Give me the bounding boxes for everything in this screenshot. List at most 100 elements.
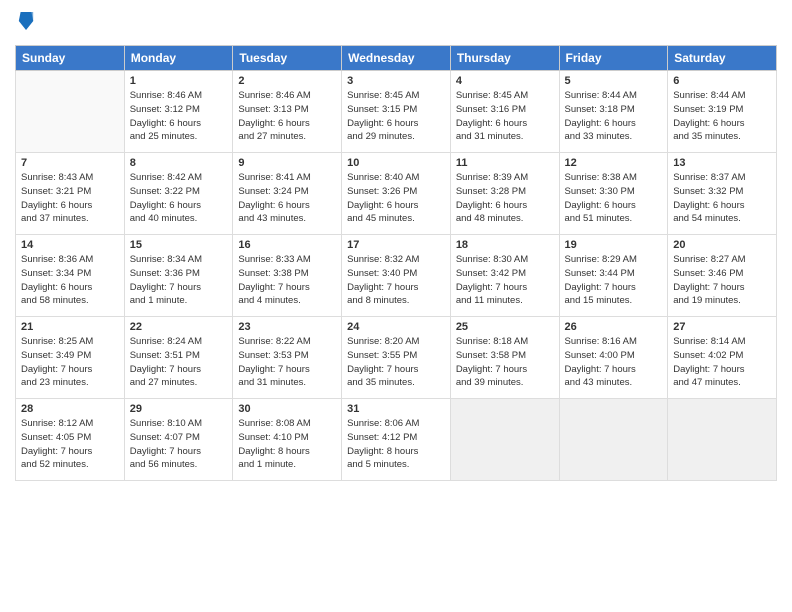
page: SundayMondayTuesdayWednesdayThursdayFrid…	[0, 0, 792, 612]
header	[15, 10, 777, 37]
calendar-cell: 18Sunrise: 8:30 AMSunset: 3:42 PMDayligh…	[450, 235, 559, 317]
day-number: 26	[565, 321, 663, 333]
calendar-cell: 9Sunrise: 8:41 AMSunset: 3:24 PMDaylight…	[233, 153, 342, 235]
day-info: Sunrise: 8:34 AMSunset: 3:36 PMDaylight:…	[130, 253, 228, 308]
day-info: Sunrise: 8:20 AMSunset: 3:55 PMDaylight:…	[347, 335, 445, 390]
day-info: Sunrise: 8:42 AMSunset: 3:22 PMDaylight:…	[130, 171, 228, 226]
calendar-cell: 8 Sunrise: 8:42 AMSunset: 3:22 PMDaylight…	[124, 153, 233, 235]
day-number: 27	[673, 321, 771, 333]
day-number: 20	[673, 239, 771, 251]
calendar-cell: 7Sunrise: 8:43 AMSunset: 3:21 PMDaylight…	[16, 153, 125, 235]
day-info: Sunrise: 8:18 AMSunset: 3:58 PMDaylight:…	[456, 335, 554, 390]
week-row-3: 21 Sunrise: 8:25 AMSunset: 3:49 PMDayligh…	[16, 317, 777, 399]
day-number: 17	[347, 239, 445, 251]
day-info: Sunrise: 8:32 AMSunset: 3:40 PMDaylight:…	[347, 253, 445, 308]
day-info: Sunrise: 8:44 AMSunset: 3:18 PMDaylight:…	[565, 89, 663, 144]
day-number: 3	[347, 75, 445, 87]
calendar-cell: 31 Sunrise: 8:06 AMSunset: 4:12 PMDayligh…	[342, 399, 451, 481]
day-info: Sunrise: 8:37 AMSunset: 3:32 PMDaylight:…	[673, 171, 771, 226]
day-info: Sunrise: 8:43 AMSunset: 3:21 PMDaylight:…	[21, 171, 119, 226]
calendar-cell: 14 Sunrise: 8:36 AMSunset: 3:34 PMDayligh…	[16, 235, 125, 317]
logo-icon	[17, 10, 35, 32]
calendar-cell: 21 Sunrise: 8:25 AMSunset: 3:49 PMDayligh…	[16, 317, 125, 399]
column-header-sunday: Sunday	[16, 46, 125, 71]
day-number: 9	[238, 157, 336, 169]
day-info: Sunrise: 8:45 AMSunset: 3:16 PMDaylight:…	[456, 89, 554, 144]
calendar-cell	[668, 399, 777, 481]
calendar-cell: 17 Sunrise: 8:32 AMSunset: 3:40 PMDayligh…	[342, 235, 451, 317]
day-number: 8	[130, 157, 228, 169]
day-info: Sunrise: 8:33 AMSunset: 3:38 PMDaylight:…	[238, 253, 336, 308]
calendar-cell: 26 Sunrise: 8:16 AMSunset: 4:00 PMDayligh…	[559, 317, 668, 399]
calendar-cell: 24 Sunrise: 8:20 AMSunset: 3:55 PMDayligh…	[342, 317, 451, 399]
day-info: Sunrise: 8:24 AMSunset: 3:51 PMDaylight:…	[130, 335, 228, 390]
day-number: 28	[21, 403, 119, 415]
week-row-0: 1 Sunrise: 8:46 AMSunset: 3:12 PMDaylight…	[16, 71, 777, 153]
day-number: 14	[21, 239, 119, 251]
day-info: Sunrise: 8:39 AMSunset: 3:28 PMDaylight:…	[456, 171, 554, 226]
column-header-thursday: Thursday	[450, 46, 559, 71]
calendar-cell: 6Sunrise: 8:44 AMSunset: 3:19 PMDaylight…	[668, 71, 777, 153]
column-header-monday: Monday	[124, 46, 233, 71]
calendar-cell: 5 Sunrise: 8:44 AMSunset: 3:18 PMDaylight…	[559, 71, 668, 153]
column-header-saturday: Saturday	[668, 46, 777, 71]
day-number: 23	[238, 321, 336, 333]
day-info: Sunrise: 8:27 AMSunset: 3:46 PMDaylight:…	[673, 253, 771, 308]
calendar-cell: 12 Sunrise: 8:38 AMSunset: 3:30 PMDayligh…	[559, 153, 668, 235]
calendar-cell: 20 Sunrise: 8:27 AMSunset: 3:46 PMDayligh…	[668, 235, 777, 317]
day-number: 25	[456, 321, 554, 333]
day-info: Sunrise: 8:40 AMSunset: 3:26 PMDaylight:…	[347, 171, 445, 226]
day-info: Sunrise: 8:46 AMSunset: 3:12 PMDaylight:…	[130, 89, 228, 144]
column-header-friday: Friday	[559, 46, 668, 71]
day-number: 10	[347, 157, 445, 169]
day-number: 30	[238, 403, 336, 415]
day-info: Sunrise: 8:12 AMSunset: 4:05 PMDaylight:…	[21, 417, 119, 472]
calendar-cell: 16Sunrise: 8:33 AMSunset: 3:38 PMDayligh…	[233, 235, 342, 317]
calendar-cell	[559, 399, 668, 481]
day-number: 15	[130, 239, 228, 251]
day-number: 4	[456, 75, 554, 87]
header-row: SundayMondayTuesdayWednesdayThursdayFrid…	[16, 46, 777, 71]
day-info: Sunrise: 8:08 AMSunset: 4:10 PMDaylight:…	[238, 417, 336, 472]
calendar-cell: 23Sunrise: 8:22 AMSunset: 3:53 PMDayligh…	[233, 317, 342, 399]
day-number: 13	[673, 157, 771, 169]
day-info: Sunrise: 8:38 AMSunset: 3:30 PMDaylight:…	[565, 171, 663, 226]
calendar-cell: 19Sunrise: 8:29 AMSunset: 3:44 PMDayligh…	[559, 235, 668, 317]
calendar-cell: 30 Sunrise: 8:08 AMSunset: 4:10 PMDayligh…	[233, 399, 342, 481]
day-info: Sunrise: 8:16 AMSunset: 4:00 PMDaylight:…	[565, 335, 663, 390]
calendar-cell: 15 Sunrise: 8:34 AMSunset: 3:36 PMDayligh…	[124, 235, 233, 317]
day-number: 24	[347, 321, 445, 333]
logo	[15, 10, 37, 37]
calendar-cell: 11 Sunrise: 8:39 AMSunset: 3:28 PMDayligh…	[450, 153, 559, 235]
day-number: 6	[673, 75, 771, 87]
calendar-cell	[16, 71, 125, 153]
week-row-1: 7Sunrise: 8:43 AMSunset: 3:21 PMDaylight…	[16, 153, 777, 235]
calendar-cell: 2Sunrise: 8:46 AMSunset: 3:13 PMDaylight…	[233, 71, 342, 153]
day-number: 19	[565, 239, 663, 251]
week-row-4: 28 Sunrise: 8:12 AMSunset: 4:05 PMDayligh…	[16, 399, 777, 481]
day-number: 11	[456, 157, 554, 169]
day-number: 12	[565, 157, 663, 169]
day-number: 18	[456, 239, 554, 251]
day-number: 22	[130, 321, 228, 333]
day-number: 5	[565, 75, 663, 87]
day-number: 21	[21, 321, 119, 333]
week-row-2: 14 Sunrise: 8:36 AMSunset: 3:34 PMDayligh…	[16, 235, 777, 317]
day-number: 1	[130, 75, 228, 87]
calendar-cell: 1 Sunrise: 8:46 AMSunset: 3:12 PMDaylight…	[124, 71, 233, 153]
day-number: 31	[347, 403, 445, 415]
calendar-cell: 10 Sunrise: 8:40 AMSunset: 3:26 PMDayligh…	[342, 153, 451, 235]
calendar-cell: 28 Sunrise: 8:12 AMSunset: 4:05 PMDayligh…	[16, 399, 125, 481]
day-number: 29	[130, 403, 228, 415]
day-info: Sunrise: 8:36 AMSunset: 3:34 PMDaylight:…	[21, 253, 119, 308]
calendar-cell: 4 Sunrise: 8:45 AMSunset: 3:16 PMDaylight…	[450, 71, 559, 153]
calendar-cell: 29 Sunrise: 8:10 AMSunset: 4:07 PMDayligh…	[124, 399, 233, 481]
column-header-tuesday: Tuesday	[233, 46, 342, 71]
calendar-cell: 3Sunrise: 8:45 AMSunset: 3:15 PMDaylight…	[342, 71, 451, 153]
calendar-cell: 13 Sunrise: 8:37 AMSunset: 3:32 PMDayligh…	[668, 153, 777, 235]
calendar-table: SundayMondayTuesdayWednesdayThursdayFrid…	[15, 45, 777, 481]
day-info: Sunrise: 8:10 AMSunset: 4:07 PMDaylight:…	[130, 417, 228, 472]
day-info: Sunrise: 8:06 AMSunset: 4:12 PMDaylight:…	[347, 417, 445, 472]
day-info: Sunrise: 8:14 AMSunset: 4:02 PMDaylight:…	[673, 335, 771, 390]
day-info: Sunrise: 8:25 AMSunset: 3:49 PMDaylight:…	[21, 335, 119, 390]
